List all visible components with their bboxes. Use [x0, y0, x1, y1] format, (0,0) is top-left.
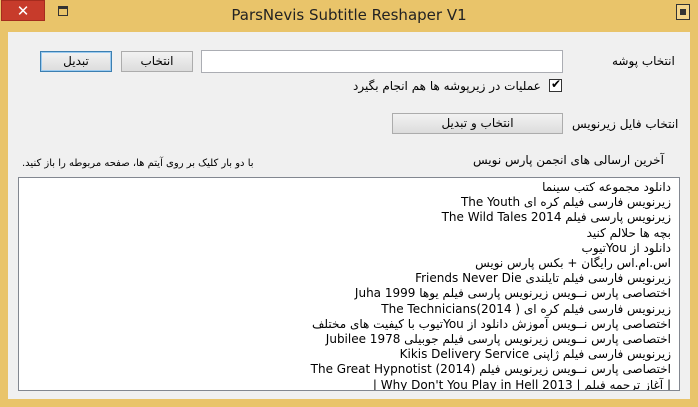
file-label: انتخاب فایل زیرنویس: [572, 117, 679, 131]
select-folder-button[interactable]: انتخاب: [121, 51, 193, 72]
feed-list-item[interactable]: زیرنویس فارسی فیلم تایلندی Friends Never…: [19, 271, 679, 286]
feed-list-item[interactable]: دانلود مجموعه کتب سینما: [19, 180, 679, 195]
feed-list-item[interactable]: | آغاز ترجمه فیلم | Why Don't You Play i…: [19, 378, 679, 390]
title-bar[interactable]: ✕ ParsNevis Subtitle Reshaper V1: [0, 0, 698, 32]
feed-list-item[interactable]: اس.ام.اس رایگان + بکس پارس نویس: [19, 256, 679, 271]
app-icon[interactable]: [676, 4, 690, 20]
folder-label: انتخاب پوشه: [612, 54, 675, 68]
feed-list-item[interactable]: زیرنویس فارسی فیلم ژاپنی Kikis Delivery …: [19, 347, 679, 362]
folder-path-input[interactable]: [201, 50, 563, 73]
feed-list-item[interactable]: دانلود از Youتیوب: [19, 241, 679, 256]
client-area: تبدیل انتخاب انتخاب پوشه عملیات در زیرپو…: [8, 32, 690, 399]
feed-list-item[interactable]: زیرنویس پارسی فیلم The Wild Tales 2014: [19, 210, 679, 225]
feed-hint: با دو بار کلیک بر روی آیتم ها، صفحه مربو…: [22, 158, 254, 169]
app-window: ✕ ParsNevis Subtitle Reshaper V1 تبدیل ا…: [0, 0, 698, 407]
feed-list-item[interactable]: اختصاصی پارس نــویس آموزش دانلود از Youت…: [19, 317, 679, 332]
feed-list-item[interactable]: بچه ها حلالم کنید: [19, 226, 679, 241]
subfolders-checkbox[interactable]: [549, 77, 562, 92]
feed-list-item[interactable]: زیرنویس فارسی فیلم کره ای ( The Technici…: [19, 302, 679, 317]
convert-button[interactable]: تبدیل: [40, 51, 112, 72]
feed-list-item[interactable]: اختصاصی پارس نــویس زیرنویس فیلم (The Gr…: [19, 362, 679, 377]
select-convert-file-button[interactable]: انتخاب و تبدیل: [392, 113, 563, 134]
feed-title: آخرین ارسالی های انجمن پارس نویس: [473, 153, 664, 167]
feed-list-item[interactable]: زیرنویس فارسی فیلم کره ای The Youth: [19, 195, 679, 210]
feed-list[interactable]: دانلود مجموعه کتب سینما زیرنویس فارسی فیل…: [18, 177, 680, 391]
subfolders-label: عملیات در زیرپوشه ها هم انجام بگیرد: [353, 79, 541, 93]
feed-list-item[interactable]: اختصاصی پارس نــویس زیرنویس پارسی فیلم ج…: [19, 332, 679, 347]
feed-list-item[interactable]: اختصاصی پارس نــویس زیرنویس پارسی فیلم ی…: [19, 286, 679, 301]
window-title: ParsNevis Subtitle Reshaper V1: [231, 6, 467, 24]
